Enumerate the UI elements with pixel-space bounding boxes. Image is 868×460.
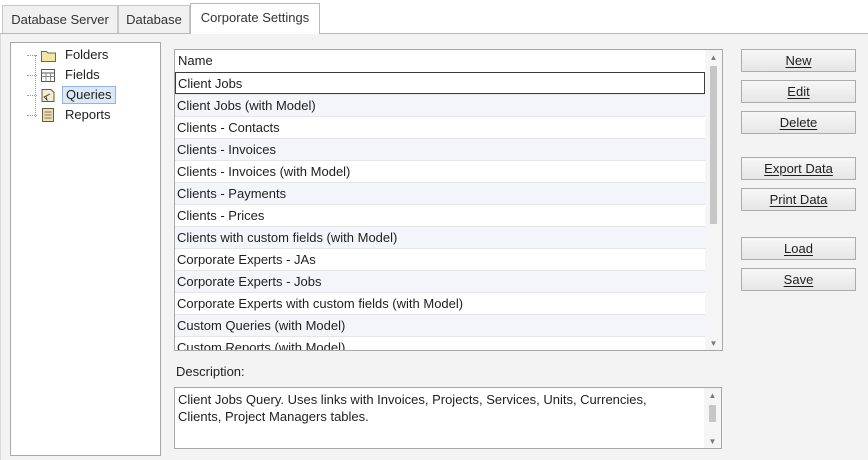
tree-branch-line	[27, 114, 37, 116]
export-data-button[interactable]: Export Data	[741, 157, 856, 180]
tab-database-server[interactable]: Database Server	[2, 5, 118, 34]
load-button[interactable]: Load	[741, 237, 856, 260]
tree-item-label: Queries	[62, 86, 116, 104]
list-item[interactable]: Custom Queries (with Model)	[175, 314, 705, 336]
list-item[interactable]: Custom Reports (with Model)	[175, 336, 705, 350]
save-button[interactable]: Save	[741, 268, 856, 291]
list-item[interactable]: Corporate Experts - Jobs	[175, 270, 705, 292]
scroll-down-arrow-icon[interactable]: ▼	[704, 434, 721, 448]
scrollbar-thumb[interactable]	[709, 405, 716, 422]
list-item[interactable]: Clients with custom fields (with Model)	[175, 226, 705, 248]
description-scrollbar[interactable]: ▲ ▼	[704, 388, 721, 448]
column-header-name[interactable]: Name	[175, 50, 705, 72]
list-item[interactable]: Corporate Experts with custom fields (wi…	[175, 292, 705, 314]
description-label: Description:	[176, 364, 245, 379]
scrollbar-thumb[interactable]	[710, 66, 717, 224]
list-item[interactable]: Corporate Experts - JAs	[175, 248, 705, 270]
tab-corporate-settings[interactable]: Corporate Settings	[190, 3, 320, 34]
list-item[interactable]: Clients - Invoices (with Model)	[175, 160, 705, 182]
print-data-button[interactable]: Print Data	[741, 188, 856, 211]
tree-item-reports[interactable]: Reports	[27, 106, 114, 124]
tree-item-fields[interactable]: Fields	[27, 66, 103, 84]
tab-strip: Database Server Database Corporate Setti…	[0, 0, 868, 34]
query-icon	[40, 87, 56, 103]
scroll-up-arrow-icon[interactable]: ▲	[704, 388, 721, 402]
tree-item-folders[interactable]: Folders	[27, 46, 111, 64]
tree-item-label: Fields	[65, 67, 100, 82]
tree-branch-line	[27, 94, 37, 96]
list-item[interactable]: Client Jobs	[175, 72, 705, 94]
report-icon	[40, 107, 56, 123]
queries-list[interactable]: Name Client Jobs Client Jobs (with Model)…	[174, 49, 723, 351]
list-scrollbar[interactable]: ▲ ▼	[705, 50, 722, 350]
delete-button[interactable]: Delete	[741, 111, 856, 134]
list-item[interactable]: Clients - Prices	[175, 204, 705, 226]
list-item[interactable]: Clients - Invoices	[175, 138, 705, 160]
scroll-up-arrow-icon[interactable]: ▲	[705, 50, 722, 64]
scroll-down-arrow-icon[interactable]: ▼	[705, 336, 722, 350]
tree-branch-line	[27, 74, 37, 76]
description-box[interactable]: Client Jobs Query. Uses links with Invoi…	[174, 387, 722, 449]
description-text: Client Jobs Query. Uses links with Invoi…	[178, 392, 647, 424]
folder-icon	[40, 47, 56, 63]
tree-item-queries[interactable]: Queries	[27, 86, 116, 104]
tree-item-label: Reports	[65, 107, 111, 122]
list-item[interactable]: Client Jobs (with Model)	[175, 94, 705, 116]
new-button[interactable]: New	[741, 49, 856, 72]
tree-branch-line	[27, 54, 37, 56]
list-item[interactable]: Clients - Contacts	[175, 116, 705, 138]
table-grid-icon	[40, 67, 56, 83]
list-item[interactable]: Clients - Payments	[175, 182, 705, 204]
edit-button[interactable]: Edit	[741, 80, 856, 103]
category-tree[interactable]: Folders Fields Queries Reports	[10, 42, 161, 456]
tab-database[interactable]: Database	[118, 5, 190, 34]
tree-item-label: Folders	[65, 47, 109, 62]
